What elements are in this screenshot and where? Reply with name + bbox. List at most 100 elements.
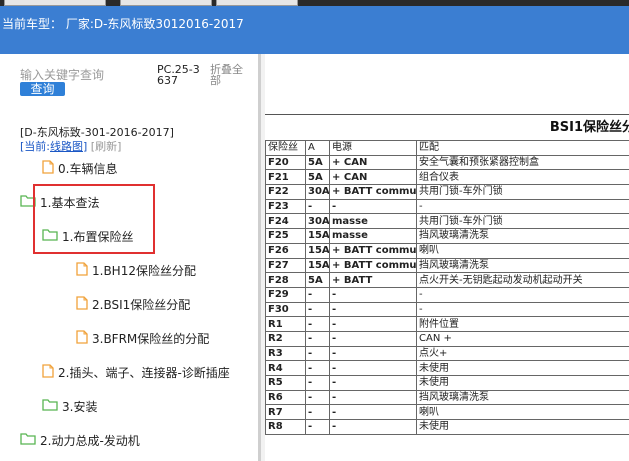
table-cell: 未使用 <box>416 419 629 435</box>
table-row: F2230A+ BATT commut□□共用门锁-车外门锁 <box>265 184 629 200</box>
file-icon <box>76 295 88 313</box>
table-row: R5- - 未使用 <box>265 375 629 391</box>
tree-item[interactable]: 3.安装 <box>42 396 97 416</box>
table-cell: + CAN <box>329 169 417 186</box>
table-cell: - <box>305 419 330 435</box>
table-cell: 15A <box>305 228 330 244</box>
file-icon <box>42 159 54 177</box>
tree-item[interactable]: 2.动力总成-发动机 <box>20 430 140 450</box>
table-cell: + BATT commut□□ <box>329 257 417 274</box>
header-bar: 当前车型： 厂家:D-东风标致3012016-2017 <box>0 6 629 54</box>
table-header: 保险丝 <box>265 140 306 156</box>
table-cell: masse <box>329 213 417 230</box>
fuse-table: 保险丝 A 电源 匹配 F20 5A + CAN 安全气囊和预张紧器控制盒 F21 5A + CA… <box>265 140 629 435</box>
table-cell: - <box>305 404 330 421</box>
table-cell: F27 <box>265 257 306 274</box>
table-cell: - <box>329 404 417 421</box>
table-cell: 共用门锁-车外门锁 <box>416 184 629 200</box>
file-icon <box>76 261 88 279</box>
table-cell: 15A <box>305 257 330 274</box>
tree-item[interactable]: 0.车辆信息 <box>42 158 117 178</box>
table-row: F23- - - <box>265 198 629 215</box>
table-header: 电源 <box>329 140 417 156</box>
table-cell: F24 <box>265 213 306 230</box>
table-cell: - <box>416 198 629 215</box>
search-input[interactable]: 输入关键字查询 <box>20 66 104 83</box>
refresh-link[interactable]: [刷新] <box>91 140 122 153</box>
table-cell: - <box>329 375 417 391</box>
table-cell: - <box>305 375 330 391</box>
table-cell: F22 <box>265 184 306 200</box>
table-cell: CAN + <box>416 330 629 347</box>
table-cell: 30A <box>305 184 330 200</box>
table-cell: 挡风玻璃清洗泵 <box>416 389 629 406</box>
table-row: R7- - 喇叭 <box>265 404 629 421</box>
table-cell: - <box>329 419 417 435</box>
table-cell: 5A <box>305 169 330 186</box>
table-cell: - <box>305 389 330 406</box>
table-cell: 挡风玻璃清洗泵 <box>416 257 629 274</box>
table-cell: R3 <box>265 345 306 362</box>
table-cell: - <box>329 389 417 406</box>
table-cell: 5A <box>305 154 330 171</box>
table-cell: R2 <box>265 330 306 347</box>
folder-icon <box>20 432 36 448</box>
pc-code-label: PC.25-3637 <box>157 63 200 87</box>
table-cell: 组合仪表 <box>416 169 629 186</box>
table-cell: - <box>329 198 417 215</box>
table-row: R2- - CAN + <box>265 330 629 347</box>
table-row: F2615A+ BATT commut□□喇叭 <box>265 242 629 259</box>
wiring-diagram-link[interactable]: 线路图 <box>50 140 83 153</box>
table-row: F2715A+ BATT commut□□挡风玻璃清洗泵 <box>265 257 629 274</box>
table-cell: + BATT commut□□ <box>329 242 417 259</box>
table-cell: F20 <box>265 154 306 171</box>
tree-item-label: 2.BSI1保险丝分配 <box>92 297 191 312</box>
table-cell: - <box>305 286 330 303</box>
table-cell: 喇叭 <box>416 242 629 259</box>
document-view: BSI1保险丝分 保险丝 A 电源 匹配 F20 5A + CAN 安全气囊和预张紧器控制盒… <box>265 54 629 461</box>
table-cell: - <box>305 198 330 215</box>
collapse-all-button[interactable]: 折叠全部 <box>210 64 250 86</box>
tree-item[interactable]: 2.插头、端子、连接器-诊断插座 <box>42 362 230 382</box>
table-cell: + BATT commut□□ <box>329 184 417 200</box>
table-cell: 附件位置 <box>416 316 629 332</box>
table-cell: - <box>329 316 417 332</box>
table-cell: 5A <box>305 272 330 288</box>
highlight-box <box>33 184 155 254</box>
table-row: R1- - 附件位置 <box>265 316 629 332</box>
table-cell: 喇叭 <box>416 404 629 421</box>
table-cell: R6 <box>265 389 306 406</box>
table-cell: - <box>329 286 417 303</box>
tree-item[interactable]: 3.BFRM保险丝的分配 <box>76 328 209 348</box>
table-cell: 15A <box>305 242 330 259</box>
table-cell: + CAN <box>329 154 417 171</box>
current-close: ] <box>83 140 88 153</box>
breadcrumb: [当前:线路图] [刷新] <box>20 138 121 154</box>
folder-icon <box>42 398 58 414</box>
table-cell: 未使用 <box>416 360 629 376</box>
tree-item[interactable]: 2.BSI1保险丝分配 <box>76 294 190 314</box>
current-label: [当前: <box>20 140 50 153</box>
file-icon <box>42 363 54 381</box>
document-title: BSI1保险丝分 <box>265 114 629 141</box>
table-row: F29- - - <box>265 286 629 303</box>
table-cell: - <box>329 301 417 318</box>
table-row: F25 15A masse 挡风玻璃清洗泵 <box>265 228 629 244</box>
table-cell: 点火开关-无钥匙起动发动机起动开关 <box>416 272 629 288</box>
table-cell: - <box>305 316 330 332</box>
table-row: R3- - 点火+ <box>265 345 629 362</box>
tree-item[interactable]: 1.BH12保险丝分配 <box>76 260 196 280</box>
sidebar: 输入关键字查询 查询 PC.25-3637 折叠全部 [D-东风标致-301-2… <box>0 54 258 461</box>
table-row: F24 30A masse 共用门锁-车外门锁 <box>265 213 629 230</box>
tree-item-label: 1.BH12保险丝分配 <box>92 263 196 278</box>
table-header: 匹配 <box>416 140 629 156</box>
table-cell: F25 <box>265 228 306 244</box>
table-row: F28 5A + BATT 点火开关-无钥匙起动发动机起动开关 <box>265 272 629 288</box>
tree-item-label: 3.安装 <box>62 399 98 414</box>
table-cell: masse <box>329 228 417 244</box>
table-cell: F23 <box>265 198 306 215</box>
table-cell: F26 <box>265 242 306 259</box>
table-header: A <box>305 140 330 156</box>
search-button[interactable]: 查询 <box>20 82 65 96</box>
table-cell: - <box>305 330 330 347</box>
